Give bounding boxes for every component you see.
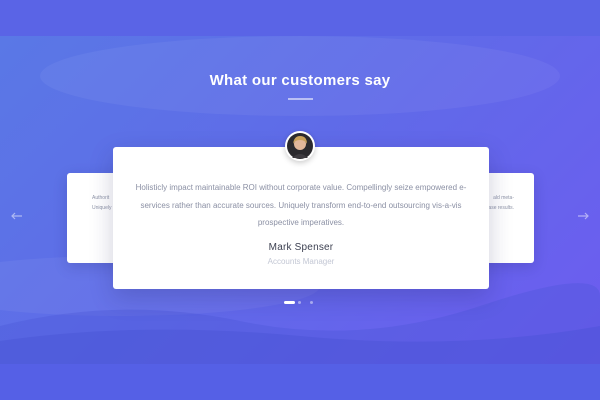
carousel-prev-button[interactable] [10, 209, 24, 223]
testimonial-author: Mark Spenser [268, 242, 334, 253]
card-snippet-line: ald meta- [493, 195, 514, 201]
carousel-dot-3[interactable] [310, 301, 313, 304]
avatar-image [287, 133, 313, 159]
testimonial-role: Accounts Manager [267, 257, 335, 266]
section-title: What our customers say [209, 72, 391, 89]
card-snippet: Authorit Uniquely c [92, 193, 115, 213]
arrow-right-icon [578, 212, 589, 220]
carousel-dots [0, 300, 600, 306]
arrow-left-icon [11, 212, 22, 220]
testimonial-card: Holisticly impact maintainable ROI witho… [113, 147, 489, 289]
card-snippet: ald meta- ase results. [488, 193, 514, 213]
card-snippet-line: Uniquely c [92, 205, 116, 211]
avatar [285, 131, 315, 161]
carousel-dot-2[interactable] [298, 301, 301, 304]
testimonial-quote: Holisticly impact maintainable ROI witho… [135, 183, 467, 227]
carousel-next-button[interactable] [576, 209, 590, 223]
bottom-band [0, 364, 600, 400]
card-snippet-line: Authorit [92, 195, 110, 201]
card-snippet-line: ase results. [488, 205, 514, 211]
title-underline [288, 98, 313, 100]
top-band [0, 0, 600, 36]
carousel-dot-1[interactable] [284, 301, 295, 304]
